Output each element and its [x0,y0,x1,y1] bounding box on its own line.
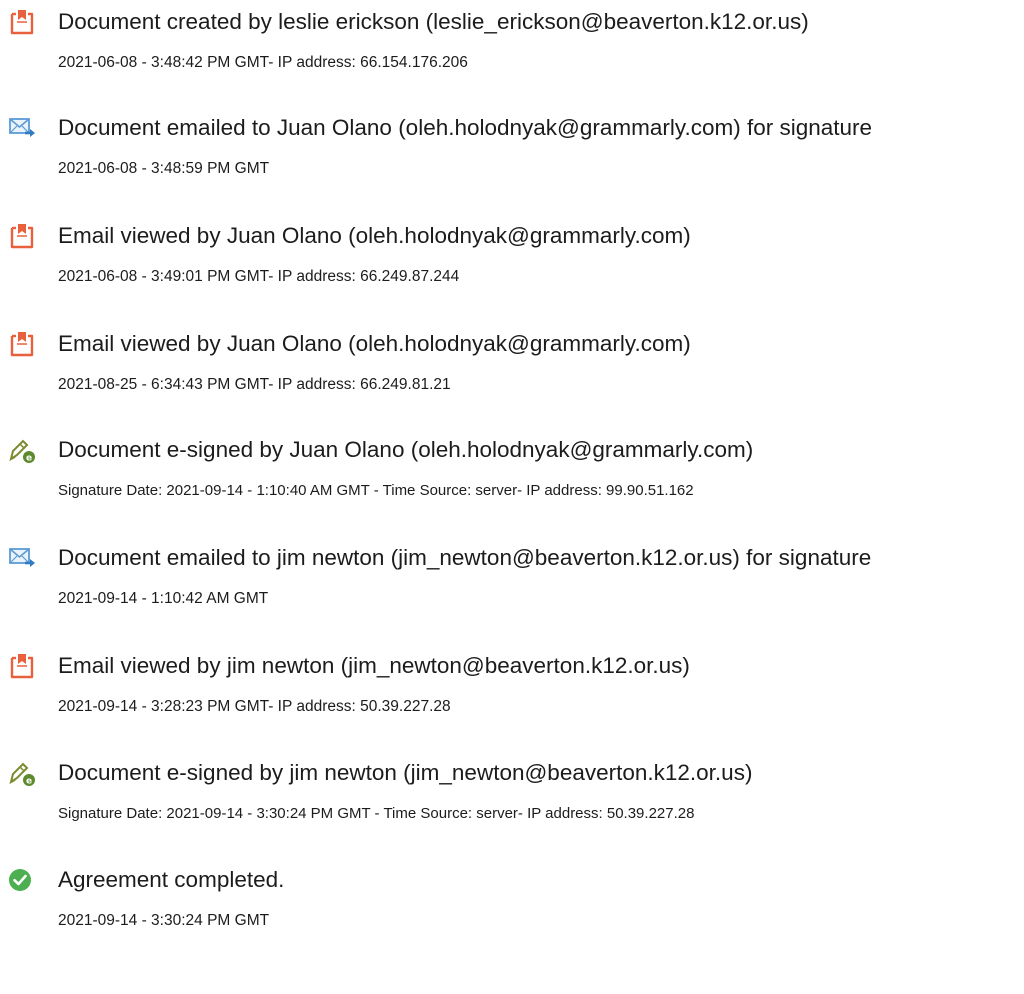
event-detail: 2021-08-25 - 6:34:43 PM GMT- IP address:… [58,376,451,393]
event-title: Document e-signed by jim newton (jim_new… [58,760,753,785]
audit-event-agreement-completed: Agreement completed. 2021-09-14 - 3:30:2… [0,866,1024,946]
event-title: Document e-signed by Juan Olano (oleh.ho… [58,437,754,462]
check-circle-icon [8,866,36,894]
event-detail: 2021-09-14 - 3:28:23 PM GMT- IP address:… [58,698,451,715]
audit-event-email-viewed: Email viewed by jim newton (jim_newton@b… [0,652,1024,732]
document-viewed-icon [8,222,36,250]
audit-event-document-emailed: Document emailed to jim newton (jim_newt… [0,544,1024,624]
e-sign-pen-icon: e [8,759,36,787]
event-detail: 2021-06-08 - 3:48:59 PM GMT [58,160,270,177]
event-title: Email viewed by jim newton (jim_newton@b… [58,653,690,678]
audit-event-email-viewed: Email viewed by Juan Olano (oleh.holodny… [0,330,1024,410]
event-title: Email viewed by Juan Olano (oleh.holodny… [58,331,691,356]
event-detail: Signature Date: 2021-09-14 - 1:10:40 AM … [58,482,694,499]
event-title: Email viewed by Juan Olano (oleh.holodny… [58,223,691,248]
event-title: Document created by leslie erickson (les… [58,9,809,34]
svg-text:e: e [26,777,32,787]
document-viewed-icon [8,652,36,680]
audit-event-document-esigned: e Document e-signed by jim newton (jim_n… [0,759,1024,839]
event-title: Agreement completed. [58,867,285,892]
event-detail: 2021-09-14 - 1:10:42 AM GMT [58,590,269,607]
audit-event-document-esigned: e Document e-signed by Juan Olano (oleh.… [0,436,1024,516]
document-created-icon [8,8,36,36]
event-detail: Signature Date: 2021-09-14 - 3:30:24 PM … [58,805,695,822]
event-title: Document emailed to jim newton (jim_newt… [58,545,872,570]
email-sent-icon [8,114,36,142]
event-detail: 2021-06-08 - 3:49:01 PM GMT- IP address:… [58,268,460,285]
e-sign-pen-icon: e [8,436,36,464]
event-detail: 2021-06-08 - 3:48:42 PM GMT- IP address:… [58,54,468,71]
email-sent-icon [8,544,36,572]
svg-text:e: e [26,454,32,464]
document-viewed-icon [8,330,36,358]
event-detail: 2021-09-14 - 3:30:24 PM GMT [58,912,270,929]
audit-event-document-emailed: Document emailed to Juan Olano (oleh.hol… [0,114,1024,194]
audit-trail-list: Document created by leslie erickson (les… [0,0,1024,994]
audit-event-document-created: Document created by leslie erickson (les… [0,8,1024,88]
event-title: Document emailed to Juan Olano (oleh.hol… [58,115,873,140]
audit-event-email-viewed: Email viewed by Juan Olano (oleh.holodny… [0,222,1024,302]
